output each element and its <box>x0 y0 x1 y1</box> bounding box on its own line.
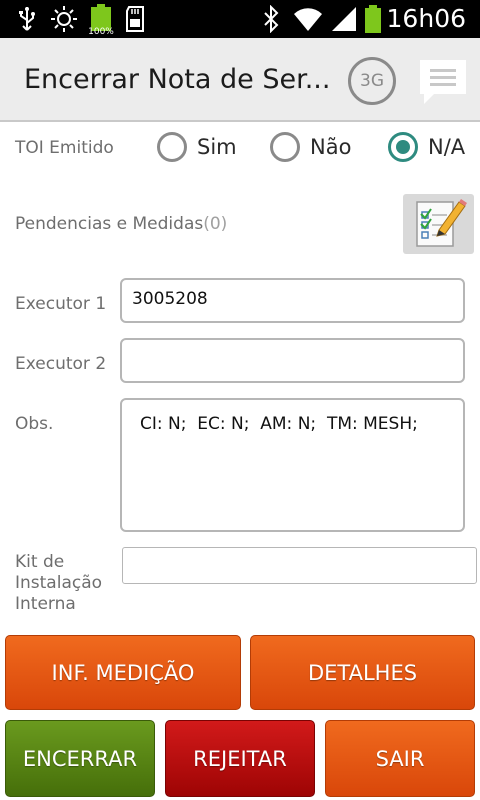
battery-full-icon: 100% <box>86 0 116 38</box>
radio-label: N/A <box>428 135 466 159</box>
network-badge: 3G <box>348 57 396 105</box>
radio-nao[interactable]: Não <box>270 132 351 162</box>
sair-button[interactable]: SAIR <box>325 720 475 797</box>
sd-card-icon <box>122 0 148 38</box>
radio-na[interactable]: N/A <box>388 132 465 162</box>
battery-icon <box>362 0 384 38</box>
executor2-input[interactable] <box>120 338 465 383</box>
edit-checklist-button[interactable] <box>403 194 474 254</box>
toi-label: TOI Emitido <box>15 138 114 158</box>
checklist-edit-icon <box>416 199 467 247</box>
kit-input[interactable] <box>122 547 477 584</box>
radio-label: Não <box>310 135 352 159</box>
obs-label: Obs. <box>15 414 54 434</box>
rejeitar-button[interactable]: REJEITAR <box>165 720 315 797</box>
bluetooth-icon <box>258 0 284 38</box>
inf-medicao-button[interactable]: INF. MEDIÇÃO <box>5 635 241 710</box>
obs-textarea[interactable]: CI: N; EC: N; AM: N; TM: MESH; <box>120 398 465 532</box>
radio-circle[interactable] <box>270 132 300 162</box>
pendencias-count: (0) <box>203 214 228 234</box>
executor1-input[interactable]: 3005208 <box>120 278 465 323</box>
signal-icon <box>330 0 358 38</box>
usb-icon <box>14 0 40 38</box>
executor1-label: Executor 1 <box>15 294 107 314</box>
clock: 16h06 <box>386 4 466 33</box>
radio-sim[interactable]: Sim <box>157 132 237 162</box>
page-title: Encerrar Nota de Ser... <box>24 64 331 95</box>
radio-circle[interactable] <box>157 132 187 162</box>
radio-circle-selected[interactable] <box>388 132 418 162</box>
action-bar: Encerrar Nota de Ser... <box>0 38 480 122</box>
radio-label: Sim <box>197 135 237 159</box>
kit-label: Kit de Instalação Interna <box>15 552 103 614</box>
encerrar-button[interactable]: ENCERRAR <box>5 720 155 797</box>
executor2-label: Executor 2 <box>15 354 107 374</box>
wifi-icon <box>292 0 324 38</box>
message-icon[interactable] <box>418 56 468 106</box>
brightness-icon <box>48 0 80 38</box>
pendencias-label: Pendencias e Medidas(0) <box>15 214 227 234</box>
pendencias-text: Pendencias e Medidas <box>15 214 204 234</box>
status-bar: 100% 16h06 <box>0 0 480 38</box>
detalhes-button[interactable]: DETALHES <box>250 635 475 710</box>
battery-percent-label: 100% <box>88 27 114 35</box>
